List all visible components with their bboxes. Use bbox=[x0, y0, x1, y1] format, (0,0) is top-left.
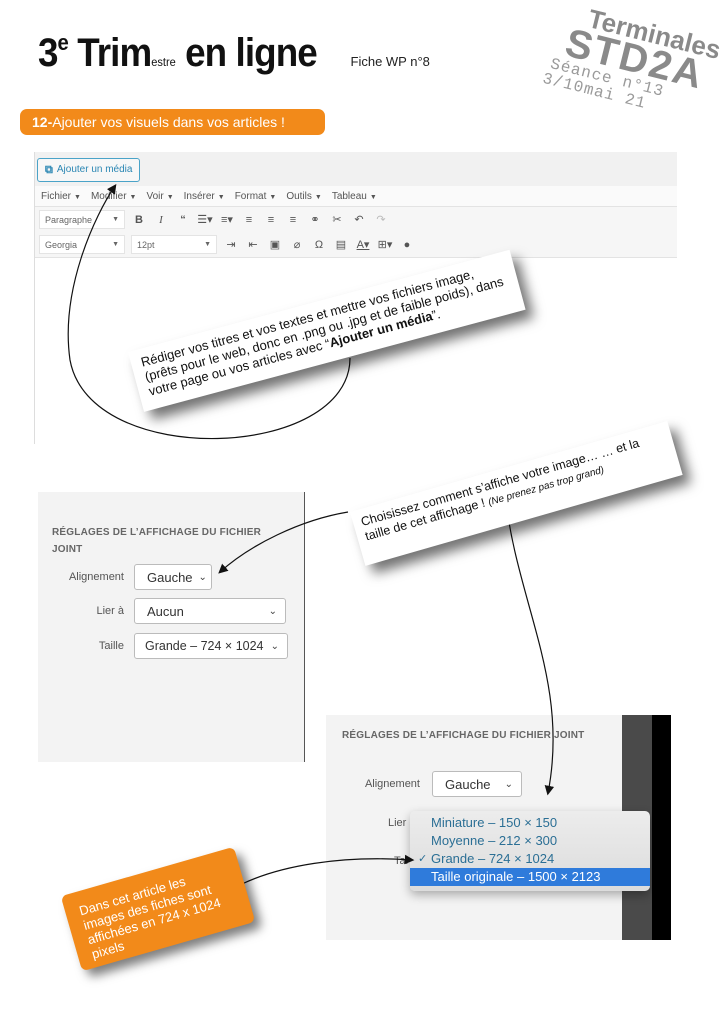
menu-insert[interactable]: Insérer ▼ bbox=[184, 191, 225, 202]
chevron-down-icon: ⌄ bbox=[504, 778, 513, 790]
size-label: Taille bbox=[98, 640, 124, 652]
class-stamp: Terminales STD2A Séance n°13 3/10mai 21 bbox=[538, 0, 724, 137]
alignment-select[interactable]: Gauche ⌄ bbox=[432, 771, 522, 797]
section-banner: 12-Ajouter vos visuels dans vos articles… bbox=[20, 109, 325, 135]
table-icon[interactable]: ⊞▾ bbox=[377, 238, 393, 251]
redo-icon[interactable]: ↷ bbox=[373, 213, 389, 226]
alignment-label: Alignement bbox=[68, 571, 124, 583]
align-right-icon[interactable]: ≡ bbox=[285, 214, 301, 226]
bold-icon[interactable]: B bbox=[131, 214, 147, 226]
format-select[interactable]: Paragraphe ▼ bbox=[39, 210, 125, 229]
more-tag-icon[interactable]: ▤ bbox=[333, 238, 349, 251]
text-color-icon[interactable]: A▾ bbox=[355, 238, 371, 251]
clear-format-icon[interactable]: ⌀ bbox=[289, 238, 305, 251]
special-char-icon[interactable]: Ω bbox=[311, 239, 327, 251]
banner-text: Ajouter vos visuels bbox=[52, 114, 173, 130]
section-number: 12- bbox=[32, 114, 53, 130]
paste-text-icon[interactable]: ▣ bbox=[267, 238, 283, 251]
panel-title: RÉGLAGES DE L’AFFICHAGE DU FICHIER JOINT bbox=[52, 527, 262, 555]
undo-icon[interactable]: ↶ bbox=[351, 213, 367, 226]
align-center-icon[interactable]: ≡ bbox=[263, 214, 279, 226]
editor-menubar: Fichier ▼ Modifier ▼ Voir ▼ Insérer ▼ Format… bbox=[35, 186, 677, 207]
add-media-label: Ajouter un média bbox=[56, 164, 133, 175]
unlink-icon[interactable]: ✂ bbox=[329, 213, 345, 226]
alignment-select[interactable]: Gauche ⌄ bbox=[134, 564, 212, 590]
chevron-down-icon: ⌄ bbox=[268, 605, 277, 617]
bullet-list-icon[interactable]: ☰▾ bbox=[197, 213, 213, 226]
callout-image-size: Dans cet article les images des fiches s… bbox=[60, 846, 256, 972]
font-family-select[interactable]: Georgia ▼ bbox=[39, 235, 125, 254]
size-option-large[interactable]: ✓ Grande – 724 × 1024 bbox=[410, 850, 650, 868]
menu-file[interactable]: Fichier ▼ bbox=[41, 191, 81, 202]
sheet-number: Fiche WP n°8 bbox=[350, 54, 430, 69]
page-title: 3e Trimestre en ligne Fiche WP n°8 bbox=[38, 30, 430, 76]
link-icon[interactable]: ⚭ bbox=[307, 213, 323, 226]
check-icon: ✓ bbox=[418, 853, 428, 865]
font-size-select[interactable]: 12pt ▼ bbox=[131, 235, 217, 254]
size-label: Tai bbox=[394, 855, 409, 867]
size-option-original[interactable]: Taille originale – 1500 × 2123 bbox=[410, 868, 650, 886]
help-icon[interactable]: ● bbox=[399, 239, 415, 251]
alignment-label: Alignement bbox=[364, 778, 420, 790]
size-select[interactable]: Grande – 724 × 1024 ⌄ bbox=[134, 633, 288, 659]
link-to-label: Lier bbox=[388, 817, 407, 829]
sidebar-edge-dark bbox=[652, 715, 671, 940]
menu-table[interactable]: Tableau ▼ bbox=[332, 191, 377, 202]
align-left-icon[interactable]: ≡ bbox=[241, 214, 257, 226]
size-option-medium[interactable]: Moyenne – 212 × 300 bbox=[410, 832, 650, 850]
menu-view[interactable]: Voir ▼ bbox=[146, 191, 173, 202]
menu-edit[interactable]: Modifier ▼ bbox=[91, 191, 137, 202]
menu-tools[interactable]: Outils ▼ bbox=[286, 191, 322, 202]
toolbar-row-1: Paragraphe ▼ B I “ ☰▾ ≡▾ ≡ ≡ ≡ ⚭ ✂ ↶ ↷ bbox=[35, 207, 677, 232]
title-text: 3e Trimestre en ligne bbox=[38, 30, 318, 75]
size-dropdown-menu: Miniature – 150 × 150 Moyenne – 212 × 30… bbox=[410, 811, 650, 891]
outdent-icon[interactable]: ⇤ bbox=[245, 238, 261, 251]
menu-format[interactable]: Format ▼ bbox=[235, 191, 277, 202]
link-to-select[interactable]: Aucun ⌄ bbox=[134, 598, 286, 624]
chevron-down-icon: ⌄ bbox=[270, 640, 279, 652]
add-media-button[interactable]: ⧉ Ajouter un média bbox=[37, 158, 141, 182]
italic-icon[interactable]: I bbox=[153, 214, 169, 226]
banner-text-emph: dans bbox=[172, 114, 204, 130]
blockquote-icon[interactable]: “ bbox=[175, 214, 191, 226]
panel-title: RÉGLAGES DE L’AFFICHAGE DU FICHIER JOINT bbox=[342, 730, 585, 741]
attachment-settings-panel: RÉGLAGES DE L’AFFICHAGE DU FICHIER JOINT… bbox=[38, 492, 305, 762]
indent-icon[interactable]: ⇥ bbox=[223, 238, 239, 251]
size-option-thumbnail[interactable]: Miniature – 150 × 150 bbox=[410, 814, 650, 832]
chevron-down-icon: ⌄ bbox=[198, 571, 207, 583]
numbered-list-icon[interactable]: ≡▾ bbox=[219, 213, 235, 226]
media-icon: ⧉ bbox=[45, 164, 53, 176]
toolbar-row-2: Georgia ▼ 12pt ▼ ⇥ ⇤ ▣ ⌀ Ω ▤ A▾ ⊞▾ ● bbox=[35, 232, 677, 257]
banner-text-end: vos articles ! bbox=[203, 114, 285, 130]
link-to-label: Lier à bbox=[96, 605, 124, 617]
media-bar: ⧉ Ajouter un média bbox=[35, 152, 677, 186]
